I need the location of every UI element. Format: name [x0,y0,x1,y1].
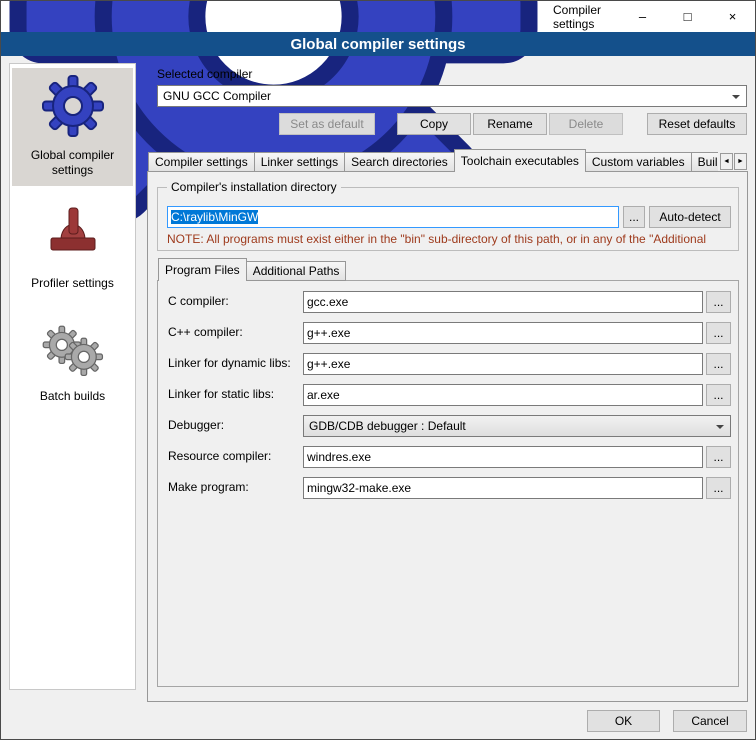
program-tab-strip: Program Files Additional Paths [158,258,345,281]
sidebar-item-label: Global compiler settings [14,148,131,178]
profiler-tool-icon [41,202,105,266]
resource-compiler-input[interactable] [303,446,703,468]
cpp-compiler-input[interactable] [303,322,703,344]
compiler-settings-window: Compiler settings – □ × Global compiler … [0,0,756,740]
c-compiler-browse-button[interactable]: ... [706,291,731,313]
reset-defaults-button[interactable]: Reset defaults [647,113,747,135]
chevron-down-icon [732,95,740,103]
tab-additional-paths[interactable]: Additional Paths [246,261,347,281]
resource-compiler-label: Resource compiler: [168,449,271,463]
tab-search-directories[interactable]: Search directories [344,152,455,172]
install-dir-group-title: Compiler's installation directory [167,180,341,194]
tab-scroll-right-button[interactable]: ► [734,153,747,170]
sidebar-item-label: Profiler settings [31,276,114,291]
gray-gears-icon [41,315,105,379]
tab-linker-settings[interactable]: Linker settings [254,152,345,172]
cpp-compiler-browse-button[interactable]: ... [706,322,731,344]
banner: Global compiler settings [1,32,755,56]
minimize-icon[interactable]: – [620,1,665,32]
static-linker-label: Linker for static libs: [168,387,274,401]
tab-scroll-left-button[interactable]: ◄ [720,153,733,170]
copy-button[interactable]: Copy [397,113,471,135]
sidebar-item-batch-builds[interactable]: Batch builds [12,309,133,412]
dynamic-linker-label: Linker for dynamic libs: [168,356,291,370]
install-dir-browse-button[interactable]: ... [623,206,645,228]
compiler-select-value: GNU GCC Compiler [163,89,271,103]
tab-program-files[interactable]: Program Files [158,258,247,281]
window-title: Compiler settings [553,3,620,31]
debugger-label: Debugger: [168,418,224,432]
sidebar-item-label: Batch builds [40,389,105,404]
make-program-input[interactable] [303,477,703,499]
compiler-select[interactable]: GNU GCC Compiler [157,85,747,107]
static-linker-browse-button[interactable]: ... [706,384,731,406]
install-dir-value: C:\raylib\MinGW [171,210,258,224]
close-icon[interactable]: × [710,1,755,32]
sidebar-item-profiler-settings[interactable]: Profiler settings [12,196,133,299]
debugger-select-value: GDB/CDB debugger : Default [309,419,466,433]
debugger-select[interactable]: GDB/CDB debugger : Default [303,415,731,437]
auto-detect-button[interactable]: Auto-detect [649,206,731,228]
chevron-down-icon [716,425,724,433]
title-bar[interactable]: Compiler settings – □ × [1,1,755,32]
sidebar: Global compiler settings Profiler settin… [9,63,136,690]
resource-compiler-browse-button[interactable]: ... [706,446,731,468]
tab-compiler-settings[interactable]: Compiler settings [148,152,255,172]
tab-build-options-truncated[interactable]: Buil [691,152,718,172]
c-compiler-input[interactable] [303,291,703,313]
install-dir-input[interactable]: C:\raylib\MinGW [167,206,619,228]
dynamic-linker-browse-button[interactable]: ... [706,353,731,375]
tab-toolchain-executables[interactable]: Toolchain executables [454,149,586,172]
make-program-browse-button[interactable]: ... [706,477,731,499]
static-linker-input[interactable] [303,384,703,406]
install-dir-note: NOTE: All programs must exist either in … [167,232,735,246]
dynamic-linker-input[interactable] [303,353,703,375]
window-controls: – □ × [620,1,755,32]
delete-button: Delete [549,113,623,135]
selected-compiler-label: Selected compiler [157,67,252,81]
sidebar-item-global-compiler-settings[interactable]: Global compiler settings [12,68,133,186]
set-default-button: Set as default [279,113,375,135]
c-compiler-label: C compiler: [168,294,229,308]
ok-button[interactable]: OK [587,710,660,732]
tab-strip: Compiler settings Linker settings Search… [148,149,718,172]
tab-custom-variables[interactable]: Custom variables [585,152,692,172]
maximize-icon[interactable]: □ [665,1,710,32]
cpp-compiler-label: C++ compiler: [168,325,243,339]
cancel-button[interactable]: Cancel [673,710,747,732]
make-program-label: Make program: [168,480,249,494]
rename-button[interactable]: Rename [473,113,547,135]
blue-gear-icon [41,74,105,138]
